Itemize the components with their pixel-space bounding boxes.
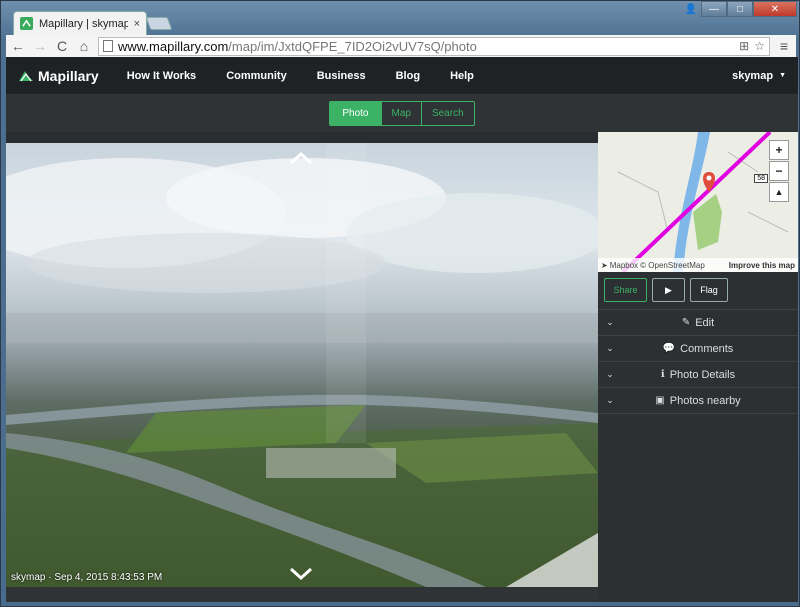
- panel-edit[interactable]: ⌄ ✎ Edit: [598, 309, 798, 335]
- play-button[interactable]: ▶: [652, 278, 685, 302]
- chevron-down-icon: ⌄: [606, 369, 614, 379]
- top-navigation: Mapillary How It Works Community Busines…: [6, 57, 798, 94]
- aerial-landscape: [6, 143, 598, 587]
- url-host: www.mapillary.com: [118, 38, 229, 54]
- tab-close-icon[interactable]: ×: [134, 18, 140, 30]
- improve-map-link[interactable]: Improve this map: [729, 261, 795, 270]
- chevron-down-icon: ⌄: [606, 395, 614, 405]
- chevron-down-icon: ⌄: [606, 343, 614, 353]
- nav-help[interactable]: Help: [450, 70, 474, 82]
- mapillary-logo[interactable]: Mapillary: [18, 68, 99, 84]
- browser-toolbar: ← → C ⌂ www.mapillary.com/map/im/JxtdQFP…: [6, 35, 796, 57]
- zoom-out-button[interactable]: −: [769, 161, 789, 181]
- tab-map[interactable]: Map: [380, 101, 421, 125]
- maximize-button[interactable]: □: [727, 1, 753, 17]
- tab-photo[interactable]: Photo: [330, 101, 381, 125]
- home-button[interactable]: ⌂: [76, 38, 92, 54]
- browser-window: Mapillary | skymap's ph × 👤 — □ ✕ ← → C …: [0, 0, 800, 607]
- logo-text: Mapillary: [38, 67, 99, 84]
- nav-blog[interactable]: Blog: [396, 70, 420, 82]
- attribution-mapbox[interactable]: Mapbox: [610, 261, 638, 270]
- user-name: skymap: [732, 69, 774, 82]
- chevron-down-icon: ⌄: [606, 317, 614, 327]
- panel-label: Comments: [680, 342, 734, 355]
- panel-label: Photo Details: [669, 368, 736, 381]
- new-tab-button[interactable]: [145, 17, 173, 30]
- mini-map[interactable]: + − ▲ 58 ➤ Mapbox © OpenStreetMap Improv…: [598, 132, 798, 272]
- mapillary-logo-icon: [19, 70, 33, 81]
- view-switcher-bar: Photo Map Search: [6, 94, 798, 132]
- street-photo[interactable]: skymap · Sep 4, 2015 8:43:53 PM: [6, 143, 598, 587]
- panel-label: Edit: [695, 316, 715, 329]
- photo-caption[interactable]: skymap · Sep 4, 2015 8:43:53 PM: [11, 572, 162, 583]
- view-switcher: Photo Map Search: [329, 100, 475, 126]
- url-path: /map/im/JxtdQFPE_7ID2Oi2vUV7sQ/photo: [228, 38, 477, 54]
- flag-button[interactable]: Flag: [690, 278, 728, 302]
- close-window-button[interactable]: ✕: [753, 1, 797, 17]
- panel-divider: [598, 413, 798, 414]
- page-icon: [103, 40, 113, 52]
- forward-button[interactable]: →: [32, 38, 48, 54]
- tab-search[interactable]: Search: [420, 101, 474, 125]
- attribution-osm[interactable]: © OpenStreetMap: [640, 261, 705, 270]
- translate-icon[interactable]: ⊞: [739, 39, 749, 53]
- tab-strip: Mapillary | skymap's ph × 👤 — □ ✕: [1, 1, 800, 35]
- caret-down-icon: ▼: [779, 72, 786, 79]
- bookmark-star-icon[interactable]: ☆: [754, 39, 765, 53]
- user-profile-icon[interactable]: 👤: [681, 1, 701, 17]
- compass-icon[interactable]: ▲: [769, 182, 789, 202]
- back-button[interactable]: ←: [10, 38, 26, 54]
- window-controls: 👤 — □ ✕: [681, 1, 797, 17]
- side-panel: + − ▲ 58 ➤ Mapbox © OpenStreetMap Improv…: [598, 132, 798, 602]
- share-button[interactable]: Share: [604, 278, 647, 302]
- previous-photo-arrow-icon[interactable]: [289, 151, 313, 165]
- minimize-button[interactable]: —: [701, 1, 727, 17]
- nav-business[interactable]: Business: [317, 70, 366, 82]
- browser-menu-icon[interactable]: ≡: [776, 38, 792, 54]
- panel-photo-details[interactable]: ⌄ ℹ Photo Details: [598, 361, 798, 387]
- panel-comments[interactable]: ⌄ 💬 Comments: [598, 335, 798, 361]
- viewer-area: skymap · Sep 4, 2015 8:43:53 PM + − ▲ 58…: [6, 132, 798, 602]
- comments-icon: 💬: [662, 343, 676, 354]
- panel-photos-nearby[interactable]: ⌄ ▣ Photos nearby: [598, 387, 798, 413]
- user-menu[interactable]: skymap ▼: [732, 70, 786, 82]
- image-icon: ▣: [655, 395, 665, 406]
- mapillary-page: Mapillary How It Works Community Busines…: [6, 57, 798, 602]
- mapillary-favicon: [20, 17, 33, 30]
- next-photo-arrow-icon[interactable]: [289, 567, 313, 581]
- map-canvas: [598, 132, 798, 272]
- reload-button[interactable]: C: [54, 38, 70, 54]
- info-icon: ℹ: [660, 369, 665, 380]
- nav-community[interactable]: Community: [226, 70, 287, 82]
- panel-label: Photos nearby: [669, 394, 741, 407]
- photo-top-strip: [6, 132, 598, 143]
- zoom-in-button[interactable]: +: [769, 140, 789, 160]
- nav-how-it-works[interactable]: How It Works: [127, 70, 196, 82]
- address-bar[interactable]: www.mapillary.com/map/im/JxtdQFPE_7ID2Oi…: [98, 36, 770, 56]
- tab-title: Mapillary | skymap's ph: [39, 17, 128, 30]
- browser-tab[interactable]: Mapillary | skymap's ph ×: [13, 11, 147, 35]
- route-shield: 58: [754, 174, 768, 183]
- locate-arrow-icon[interactable]: ➤: [601, 261, 608, 270]
- photo-actions: Share ▶ Flag: [604, 278, 728, 302]
- map-attribution: ➤ Mapbox © OpenStreetMap Improve this ma…: [598, 258, 798, 272]
- pencil-icon: ✎: [681, 317, 691, 328]
